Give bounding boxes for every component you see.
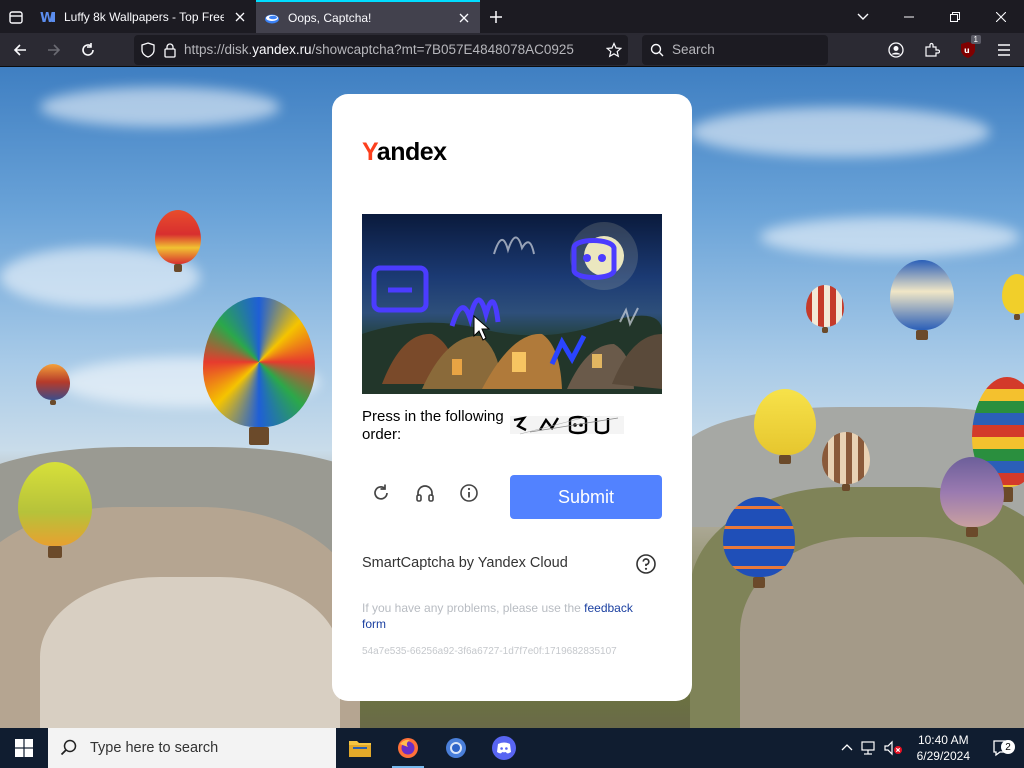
tab-title: Oops, Captcha! <box>288 10 372 25</box>
navigation-toolbar: https://disk.yandex.ru/showcaptcha?mt=7B… <box>0 33 1024 67</box>
yandex-logo: Yandex <box>362 138 447 166</box>
tab-list-icon <box>9 10 23 24</box>
notification-center-button[interactable]: 2 <box>984 728 1020 768</box>
firefox-icon <box>398 738 418 758</box>
tab-oops-captcha[interactable]: Oops, Captcha! <box>256 0 480 33</box>
close-window-button[interactable] <box>978 0 1024 33</box>
yandex-disk-icon <box>264 10 280 26</box>
account-button[interactable] <box>880 34 912 66</box>
close-tab-icon[interactable] <box>456 10 472 26</box>
search-icon <box>60 739 77 756</box>
restore-icon <box>950 11 960 22</box>
windows-logo-icon <box>15 739 33 757</box>
reload-button[interactable] <box>72 34 104 66</box>
chrome-app[interactable] <box>432 728 480 768</box>
taskbar-search-box[interactable]: Type here to search <box>48 728 336 768</box>
volume-muted-icon[interactable] <box>883 740 903 756</box>
search-bar[interactable]: Search <box>642 34 828 65</box>
request-id: 54a7e535-66256a92-3f6a6727-1d7f7e0f:1719… <box>362 646 617 657</box>
captcha-order-sequence <box>510 410 624 440</box>
minimize-icon <box>904 16 914 17</box>
captcha-instruction: Press in the following order: <box>362 408 504 443</box>
list-all-tabs-button[interactable] <box>0 0 32 33</box>
discord-icon <box>492 736 516 760</box>
system-tray: 10:40 AM 6/29/2024 2 <box>841 728 1024 768</box>
chromium-icon <box>446 738 466 758</box>
tab-title: Luffy 8k Wallpapers - Top Free Luffy 8k … <box>64 9 224 24</box>
taskbar-clock[interactable]: 10:40 AM 6/29/2024 <box>909 732 978 764</box>
taskbar-search-placeholder: Type here to search <box>90 740 219 756</box>
notification-count-badge: 2 <box>1001 740 1015 754</box>
close-tab-icon[interactable] <box>232 9 248 25</box>
submit-button[interactable]: Submit <box>510 475 662 519</box>
shield-icon <box>141 41 155 58</box>
chevron-up-icon[interactable] <box>841 742 853 754</box>
network-icon[interactable] <box>859 740 877 756</box>
clock-time: 10:40 AM <box>917 733 969 747</box>
new-tab-button[interactable] <box>480 0 512 33</box>
headphones-icon <box>416 485 434 502</box>
plus-icon <box>490 10 502 23</box>
info-icon <box>460 484 478 502</box>
reload-icon <box>82 42 94 56</box>
forward-button[interactable] <box>38 34 70 66</box>
smartcaptcha-provider-label: SmartCaptcha by Yandex Cloud <box>362 555 568 571</box>
extensions-button[interactable] <box>916 34 948 66</box>
bookmark-star-icon[interactable] <box>606 41 622 58</box>
hamburger-menu-icon <box>998 43 1010 56</box>
arrow-right-icon <box>48 43 61 56</box>
search-icon <box>650 43 664 56</box>
account-icon <box>888 41 904 58</box>
refresh-captcha-button[interactable] <box>370 482 392 504</box>
page-background: Yandex Press in the following order: Sub… <box>0 67 1024 728</box>
tab-overflow-button[interactable] <box>840 0 886 33</box>
reload-icon <box>374 484 388 500</box>
tab-bar: W Luffy 8k Wallpapers - Top Free Luffy 8… <box>0 0 1024 33</box>
wallpaper-site-icon: W <box>40 9 56 25</box>
folder-icon <box>349 741 371 757</box>
ublock-origin-button[interactable]: u 1 <box>952 34 984 66</box>
restore-button[interactable] <box>932 0 978 33</box>
question-icon <box>636 554 656 574</box>
captcha-image[interactable] <box>362 214 662 394</box>
windows-taskbar: Type here to search 10:40 AM 6/29/2024 2 <box>0 728 1024 768</box>
start-button[interactable] <box>0 728 48 768</box>
search-bar-placeholder: Search <box>672 42 715 57</box>
problem-notice: If you have any problems, please use the… <box>362 601 633 631</box>
chevron-down-icon <box>857 13 869 20</box>
puzzle-icon <box>925 42 940 57</box>
captcha-info-button[interactable] <box>458 482 480 504</box>
svg-text:u: u <box>964 46 970 55</box>
captcha-card: Yandex Press in the following order: Sub… <box>332 94 692 701</box>
lock-icon <box>164 42 176 58</box>
file-explorer-app[interactable] <box>336 728 384 768</box>
extension-badge: 1 <box>970 34 981 44</box>
discord-app[interactable] <box>480 728 528 768</box>
clock-date: 6/29/2024 <box>916 749 970 763</box>
help-button[interactable] <box>635 553 657 575</box>
firefox-app[interactable] <box>384 728 432 768</box>
address-bar[interactable]: https://disk.yandex.ru/showcaptcha?mt=7B… <box>134 34 628 65</box>
close-icon <box>996 11 1006 22</box>
url-text: https://disk.yandex.ru/showcaptcha?mt=7B… <box>184 42 574 57</box>
app-menu-button[interactable] <box>988 34 1020 66</box>
audio-captcha-button[interactable] <box>414 482 436 504</box>
back-button[interactable] <box>4 34 36 66</box>
arrow-left-icon <box>13 43 26 56</box>
minimize-button[interactable] <box>886 0 932 33</box>
tab-luffy-wallpapers[interactable]: W Luffy 8k Wallpapers - Top Free Luffy 8… <box>32 0 256 33</box>
